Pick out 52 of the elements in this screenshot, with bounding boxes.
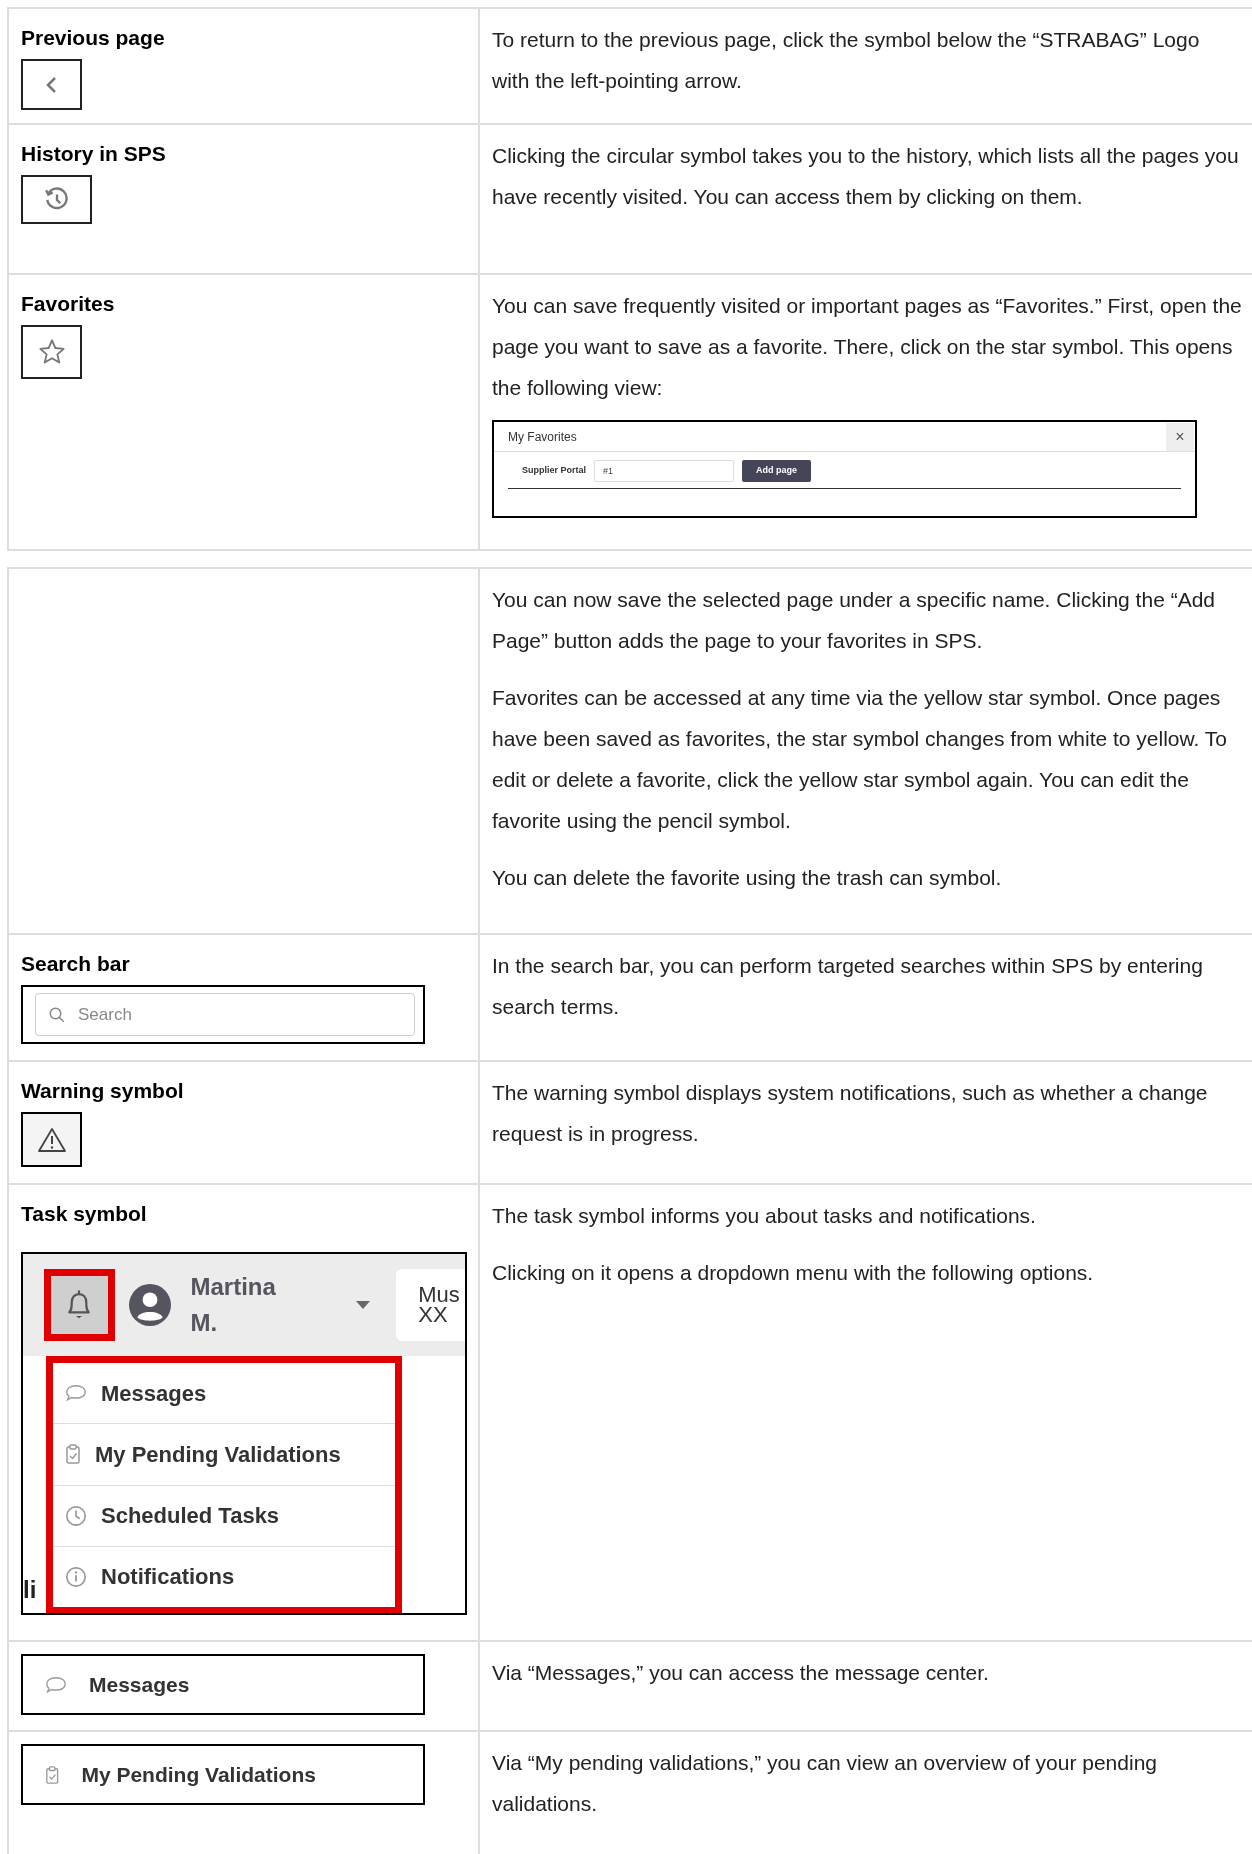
field-label: Supplier Portal bbox=[522, 464, 586, 478]
menu-item[interactable]: My Pending Validations bbox=[53, 1424, 395, 1486]
description-text: In the search bar, you can perform targeted searches within SPS by entering search terms. bbox=[492, 953, 1204, 1020]
icon-button[interactable] bbox=[21, 325, 82, 379]
page-text: li bbox=[23, 1576, 37, 1604]
description-text: Clicking the circular symbol takes you to the history, which lists all the pages you have recently visited. You can access them by clicking on them. bbox=[492, 143, 1240, 210]
row-title: Previous page bbox=[21, 25, 166, 51]
clock-icon bbox=[65, 1504, 87, 1527]
speech-bubble-icon bbox=[65, 1384, 87, 1402]
company-text: Mus bbox=[418, 1285, 461, 1305]
description-text: Clicking on it opens a dropdown menu with the following options. bbox=[492, 1260, 1095, 1286]
menu-item[interactable]: My Pending Validations bbox=[21, 1744, 425, 1805]
info-icon bbox=[65, 1565, 87, 1588]
speech-bubble-icon bbox=[45, 1675, 67, 1694]
description-text: Via “My pending validations,” you can view an overview of your pending validations. bbox=[492, 1750, 1158, 1817]
row-title: History in SPS bbox=[21, 141, 167, 167]
close-button[interactable]: × bbox=[1166, 422, 1194, 451]
description-text: The task symbol informs you about tasks and notifications. bbox=[492, 1203, 1037, 1229]
menu-item[interactable]: Messages bbox=[21, 1654, 425, 1715]
search-icon bbox=[48, 1005, 66, 1024]
description-text: Via “Messages,” you can access the message center. bbox=[492, 1660, 990, 1686]
description-text: You can save frequently visited or important pages as “Favorites.” First, open the page you want to save as a favorite. There, click on the star symbol. This opens the following view: bbox=[492, 293, 1242, 401]
description-text: You can delete the favorite using the trash can symbol. bbox=[492, 865, 1003, 891]
description-text: The warning symbol displays system notifications, such as whether a change request is in progress. bbox=[492, 1080, 1209, 1147]
star-icon bbox=[37, 338, 66, 366]
clipboard-check-icon bbox=[65, 1444, 81, 1465]
row-title: Warning symbol bbox=[21, 1078, 185, 1104]
description-text: You can now save the selected page under a specific name. Clicking the “Add Page” button adds the page to your favorites in SPS. bbox=[492, 587, 1216, 654]
bell-button[interactable] bbox=[44, 1269, 115, 1341]
search-placeholder: Search bbox=[78, 1003, 132, 1026]
avatar-icon bbox=[128, 1284, 171, 1326]
user-name: Martina M. bbox=[190, 1272, 277, 1338]
row-title: Favorites bbox=[21, 291, 116, 317]
icon-button[interactable] bbox=[21, 175, 92, 224]
search-field[interactable]: Search bbox=[35, 993, 415, 1036]
menu-item[interactable]: Notifications bbox=[53, 1546, 395, 1607]
description-text: To return to the previous page, click the symbol below the “STRABAG” Logo with the left-pointing arrow. bbox=[492, 27, 1201, 94]
warning-icon bbox=[36, 1126, 67, 1153]
company-text: XX bbox=[418, 1305, 449, 1325]
chevron-left-icon bbox=[44, 75, 59, 94]
menu-item[interactable]: Scheduled Tasks bbox=[53, 1485, 395, 1547]
clipboard-check-icon bbox=[45, 1765, 60, 1784]
add-page-button[interactable]: Add page bbox=[742, 460, 812, 482]
page-name-field[interactable]: #1 bbox=[594, 460, 734, 482]
warning-button[interactable] bbox=[21, 1112, 82, 1167]
description-text: Favorites can be accessed at any time via the yellow star symbol. Once pages have been saved as favorites, the star symbol changes from white to yellow. To edit or delete a favorite, click the yellow star symbol again. You can edit the favorite using the pencil symbol. bbox=[492, 685, 1228, 834]
caret-down-icon bbox=[356, 1301, 371, 1309]
row-title: Search bar bbox=[21, 951, 131, 977]
row-title: Task symbol bbox=[21, 1201, 148, 1227]
icon-button[interactable] bbox=[21, 59, 82, 110]
dialog-title: My Favorites bbox=[508, 428, 577, 446]
menu-item[interactable]: Messages bbox=[53, 1363, 395, 1425]
